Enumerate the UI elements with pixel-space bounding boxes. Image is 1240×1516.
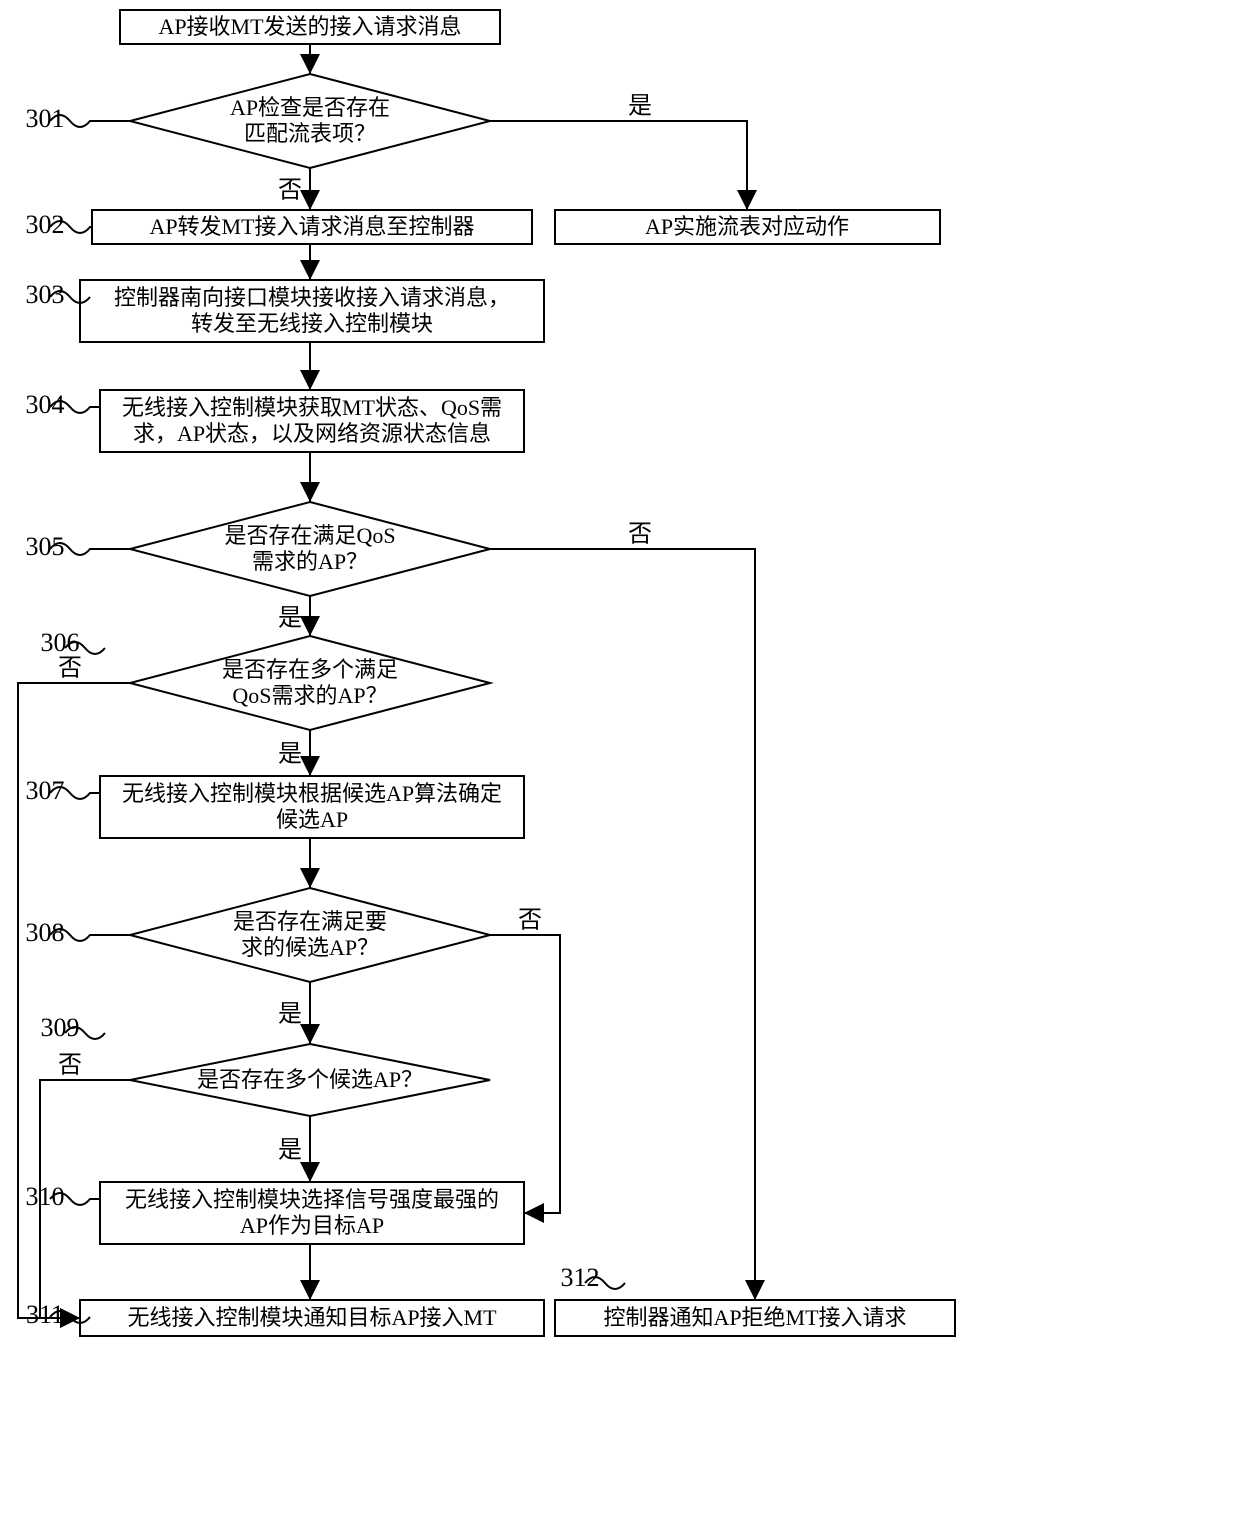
text-s304-l1: 无线接入控制模块获取MT状态、QoS需 bbox=[122, 395, 502, 420]
svg-text:303: 303 bbox=[26, 280, 65, 309]
edge-305-no-label: 否 bbox=[628, 522, 652, 548]
svg-text:310: 310 bbox=[26, 1182, 65, 1211]
edge-305-yes-label: 是 bbox=[278, 606, 302, 632]
text-s305-l1: 是否存在满足QoS bbox=[224, 523, 395, 548]
edge-309-yes-label: 是 bbox=[278, 1138, 302, 1164]
text-s306-l1: 是否存在多个满足 bbox=[222, 657, 398, 682]
text-s302: AP转发MT接入请求消息至控制器 bbox=[149, 214, 474, 239]
text-s308-l1: 是否存在满足要 bbox=[233, 909, 387, 934]
text-s300: AP接收MT发送的接入请求消息 bbox=[158, 14, 461, 39]
label-305: 305 bbox=[26, 532, 131, 561]
text-s301-l1: AP检查是否存在 bbox=[230, 95, 390, 120]
text-s311: 无线接入控制模块通知目标AP接入MT bbox=[127, 1305, 497, 1330]
text-s309: 是否存在多个候选AP？ bbox=[197, 1067, 423, 1092]
flowchart: AP接收MT发送的接入请求消息 AP检查是否存在 匹配流表项？ AP转发MT接入… bbox=[0, 0, 1240, 1516]
edge-308-no-label: 否 bbox=[518, 908, 542, 934]
text-s305-l2: 需求的AP？ bbox=[252, 549, 368, 574]
svg-text:307: 307 bbox=[26, 776, 65, 805]
edge-308-no bbox=[490, 935, 560, 1213]
text-s308-l2: 求的候选AP？ bbox=[241, 935, 379, 960]
svg-text:301: 301 bbox=[26, 104, 65, 133]
svg-text:304: 304 bbox=[26, 390, 65, 419]
label-307: 307 bbox=[26, 776, 101, 805]
edge-306-no-label: 否 bbox=[58, 656, 82, 682]
svg-text:305: 305 bbox=[26, 532, 65, 561]
text-s303-l2: 转发至无线接入控制模块 bbox=[191, 311, 433, 336]
svg-text:302: 302 bbox=[26, 210, 65, 239]
text-s306-l2: QoS需求的AP？ bbox=[232, 683, 387, 708]
edge-308-yes-label: 是 bbox=[278, 1002, 302, 1028]
svg-text:311: 311 bbox=[26, 1300, 64, 1329]
edge-301-no-label: 否 bbox=[278, 178, 302, 204]
text-s310-l1: 无线接入控制模块选择信号强度最强的 bbox=[125, 1187, 499, 1212]
edge-306-yes-label: 是 bbox=[278, 742, 302, 768]
label-312: 312 bbox=[561, 1263, 626, 1292]
label-301: 301 bbox=[26, 104, 131, 133]
text-s303-l1: 控制器南向接口模块接收接入请求消息， bbox=[114, 285, 510, 310]
text-s312: 控制器通知AP拒绝MT接入请求 bbox=[603, 1305, 906, 1330]
edge-301-yes bbox=[490, 121, 747, 210]
text-s301-l2: 匹配流表项？ bbox=[244, 121, 376, 146]
svg-text:308: 308 bbox=[26, 918, 65, 947]
text-s302b: AP实施流表对应动作 bbox=[645, 214, 849, 239]
label-310: 310 bbox=[26, 1182, 101, 1211]
edge-309-no-label: 否 bbox=[58, 1053, 82, 1079]
label-304: 304 bbox=[26, 390, 101, 419]
edge-301-yes-label: 是 bbox=[628, 94, 652, 120]
text-s307-l1: 无线接入控制模块根据候选AP算法确定 bbox=[122, 781, 502, 806]
label-309: 309 bbox=[41, 1013, 106, 1042]
text-s304-l2: 求，AP状态，以及网络资源状态信息 bbox=[133, 421, 491, 446]
text-s307-l2: 候选AP bbox=[276, 807, 348, 832]
label-302: 302 bbox=[26, 210, 93, 239]
text-s310-l2: AP作为目标AP bbox=[240, 1213, 384, 1238]
label-308: 308 bbox=[26, 918, 131, 947]
label-306: 306 bbox=[41, 628, 106, 657]
